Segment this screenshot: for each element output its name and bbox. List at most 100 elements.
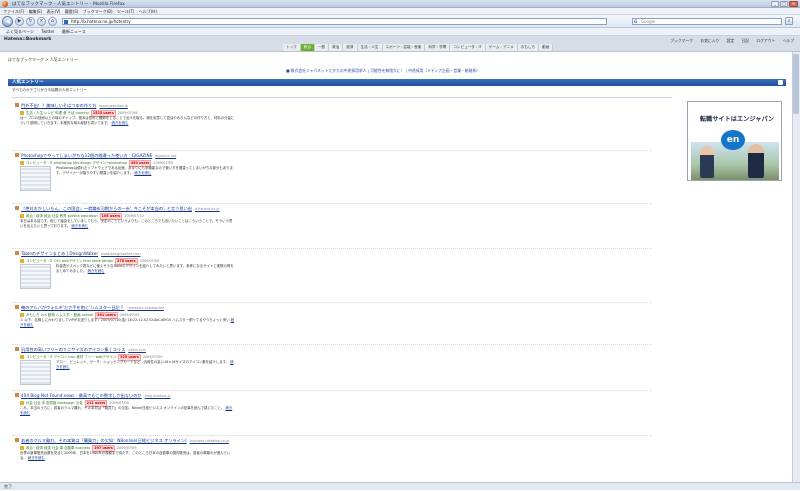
scrollbar-thumb[interactable] — [793, 54, 799, 114]
entry-tag-list[interactable]: 政治・経済 政治 社会 教育 politics education — [26, 214, 98, 218]
tab-game[interactable]: ゲーム・アニメ — [485, 44, 518, 51]
entry-list: 門外不出！？美味しいそばつゆの作り方 www.geocities.jp 生活・人生 … — [12, 97, 672, 490]
tab-top[interactable]: トップ — [283, 44, 301, 51]
bookmark-item[interactable]: 最新ニュース — [62, 28, 86, 36]
entry-title-link[interactable]: Tableのデザインまとめ | DesignWalker www.designwa… — [15, 251, 141, 257]
entry-title-link[interactable]: 404 Blog Not Found:news - 最高でもこの数字しか出ないの… — [15, 393, 171, 399]
bookmark-item[interactable]: よく見るページ — [6, 28, 34, 36]
home-icon[interactable]: ⌂ — [48, 17, 57, 26]
entry-tag-list[interactable]: 政治・経済 経済 社会 車 自動車 business — [26, 446, 90, 450]
entry-title-link[interactable]: 門外不出！？美味しいそばつゆの作り方 www.geocities.jp — [15, 103, 128, 109]
entry-tag-list[interactable]: コンピュータ・IT CSS webデザイン html table design — [26, 259, 113, 263]
user-link-favorites[interactable]: お気に入り — [700, 38, 719, 43]
entry-tag-list[interactable]: コンピュータ・IT photoshop tips design デザイン *ph… — [26, 161, 127, 165]
entry-divider — [12, 344, 652, 345]
search-go-icon[interactable]: ⌕ — [785, 17, 793, 25]
entry-date: 2009/07/09 — [117, 111, 138, 115]
tab-video[interactable]: 動画 — [539, 44, 554, 51]
entry-tag-list[interactable]: おもしろ 2ch 動物 ハムスター 動画 animal — [26, 313, 93, 317]
entry-description: 本日はある話です。総じて議会をしていましてもう、決定のことというよりも、このとこ… — [20, 219, 235, 228]
entry-domain: business.nikkeibp.co.jp — [189, 439, 229, 443]
window-titlebar: はてなブックマーク - 人気エントリー - Mozilla Firefox _ … — [0, 0, 800, 8]
vertical-scrollbar[interactable] — [792, 52, 800, 482]
advertisement[interactable]: 転職サイトはエンジャパン en — [687, 101, 782, 181]
url-text: http://b.hatena.ne.jp/hotentry — [71, 19, 131, 24]
rss-icon[interactable] — [778, 80, 783, 85]
entry-domain: blog.livedoor.jp — [144, 394, 171, 398]
search-placeholder: Google — [641, 19, 656, 24]
tab-entertainment[interactable]: スポーツ・芸能・音楽 — [382, 44, 426, 51]
reload-icon[interactable]: ↻ — [26, 17, 35, 26]
tab-it[interactable]: コンピュータ・IT — [450, 44, 486, 51]
favicon-icon — [15, 347, 19, 351]
category-icon — [20, 111, 24, 115]
entry-thumbnail[interactable] — [20, 264, 51, 289]
entry-title-link[interactable]: 俺のアルバがウォルギ'ださ手を抱く'ハムスター日記 ? news4vip.liv… — [15, 305, 164, 311]
read-more-link[interactable]: 続きを読む — [134, 171, 151, 175]
read-more-link[interactable]: 続きを読む — [111, 121, 128, 125]
forward-arrow-icon[interactable]: ▶ — [15, 17, 24, 26]
minimize-button[interactable]: _ — [771, 1, 779, 7]
tab-life[interactable]: 生活・人生 — [357, 44, 383, 51]
user-link-diary[interactable]: 日記 — [741, 38, 749, 43]
entry-title-link[interactable]: 『絶対おかしいもん、この国会』～就職氷河期からの一歩', 今こそが本当の', と… — [15, 206, 220, 212]
entry-thumbnail[interactable] — [20, 360, 51, 385]
read-more-link[interactable]: 続きを読む — [88, 269, 105, 273]
maximize-button[interactable]: □ — [780, 1, 788, 7]
entry-tags: 社会 社会 本 図書館 danbuggir お金 211 users 2009/07… — [20, 400, 129, 407]
entry-tag-list[interactable]: コンピュータ・IT アイコン icon 素材 フリー webデザイン — [26, 355, 116, 359]
entry-thumbnail[interactable] — [20, 166, 51, 191]
ad-person — [700, 146, 714, 178]
menu-view[interactable]: 表示(V) — [47, 8, 61, 15]
menu-help[interactable]: ヘルプ(H) — [139, 8, 157, 15]
entry-date: 2009/07/09 — [139, 259, 160, 263]
category-tabs: トップ 総合 一般 政治 経済 生活・人生 スポーツ・芸能・音楽 科学・学問 コンピュータ・IT… — [283, 44, 554, 51]
entry-divider — [12, 302, 652, 303]
category-icon — [20, 259, 24, 263]
tab-general[interactable]: 一般 — [314, 44, 330, 51]
tab-economy[interactable]: 経済 — [343, 44, 358, 51]
menu-tools[interactable]: ツール(T) — [117, 8, 135, 15]
menu-history[interactable]: 履歴(S) — [65, 8, 79, 15]
tab-politics[interactable]: 政治 — [329, 44, 344, 51]
entry-title-link[interactable]: 汎用性の高いフリーのミニサイズのアイコン集 | コリス coliss.com — [15, 347, 146, 353]
menu-file[interactable]: ファイル(F) — [3, 8, 24, 15]
entry-tags: 政治・経済 政治 社会 教育 politics education 106 use… — [20, 213, 144, 220]
entry-date: 2009/07/09 — [142, 355, 163, 359]
favicon-icon — [15, 153, 19, 157]
help-link[interactable]: ヘルプ — [783, 38, 794, 43]
user-link-bookmark[interactable]: ブックマーク — [670, 38, 693, 43]
site-logo[interactable]: Hatena::Bookmark — [4, 37, 51, 42]
menu-bookmarks[interactable]: ブックマーク(B) — [83, 8, 113, 15]
bookmarks-toolbar: よく見るページ Twitter 最新ニュース — [0, 28, 800, 36]
section-header: 人気エントリー — [8, 79, 786, 86]
entry-summary: 本日はある話です。総じて議会をしていましてもう、決定のことというよりも、このとこ… — [20, 219, 233, 228]
entry-domain: www.designwalker.com — [101, 252, 141, 256]
ad-banner-link[interactable]: ■ 株式会社ジャパネットたかたの中途採用求人 | 可能性を無限大に！ | 中途採… — [286, 68, 480, 74]
ad-title: 転職サイトはエンジャパン — [699, 116, 775, 123]
ad-person — [748, 144, 764, 178]
entry-tags: 生活・人生 レシピ 料理 食 そば cooking 1525 users 2009/… — [20, 110, 138, 117]
logout-link[interactable]: ログアウト — [756, 38, 775, 43]
menu-edit[interactable]: 編集(E) — [29, 8, 43, 15]
user-link-settings[interactable]: 設定 — [727, 38, 735, 43]
close-icon[interactable]: × — [789, 1, 798, 7]
read-more-link[interactable]: 続きを読む — [71, 224, 88, 228]
entry-title-link[interactable]: 若者のクルマ離れ、その本質は「購買力」の欠如：NBonline(日経ビジネス オ… — [15, 438, 229, 444]
search-input[interactable]: G Google — [632, 18, 782, 25]
entry-summary: 世界の新車販売台数を見ると2009年、日本を1960年の規模まで待たず、このとこ… — [20, 451, 231, 460]
stop-icon[interactable]: × — [37, 17, 46, 26]
entry-tag-list[interactable]: 生活・人生 レシピ 料理 食 そば cooking — [26, 111, 89, 115]
back-arrow-icon[interactable]: ◀ — [2, 16, 13, 27]
tab-fun[interactable]: おもしろ — [517, 44, 540, 51]
url-input[interactable]: http://b.hatena.ne.jp/hotentry — [62, 18, 607, 25]
breadcrumb[interactable]: はてなブックマーク > 人気エントリー — [8, 57, 78, 63]
favicon-icon — [15, 393, 19, 397]
tab-all[interactable]: 総合 — [300, 44, 315, 51]
entry-tag-list[interactable]: 社会 社会 本 図書館 danbuggir お金 — [26, 401, 83, 405]
read-more-link[interactable]: 続きを読む — [28, 456, 45, 460]
entry-divider — [12, 203, 652, 204]
entry-title-link[interactable]: Photoshopでやってしまいがちな12個の間違った使い方 : GIGAZIN… — [15, 153, 176, 159]
bookmark-item[interactable]: Twitter — [41, 28, 54, 36]
tab-science[interactable]: 科学・学問 — [425, 44, 451, 51]
